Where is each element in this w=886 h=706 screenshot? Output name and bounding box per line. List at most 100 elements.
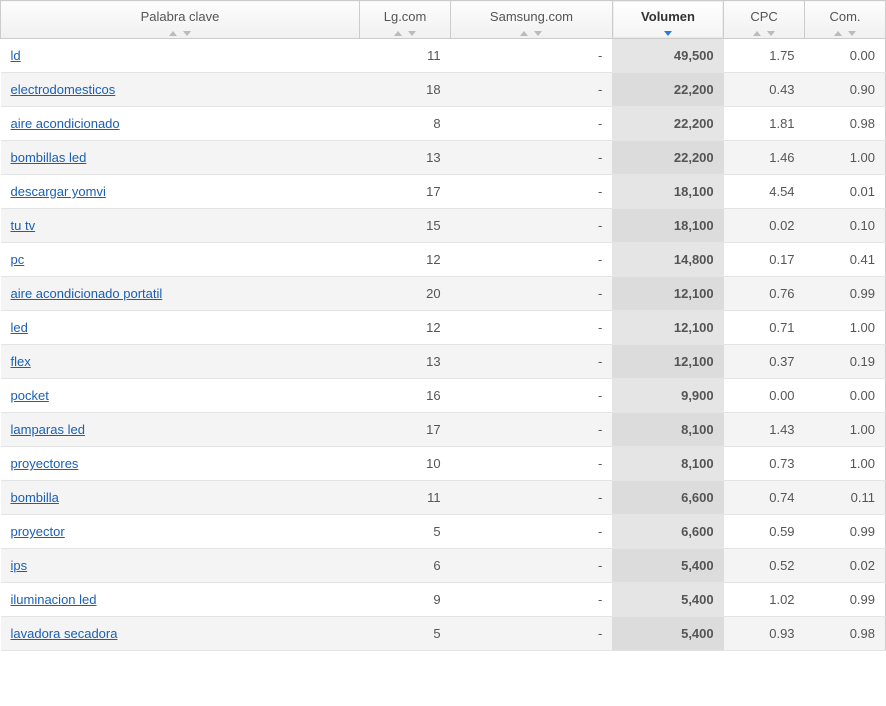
cell-lg: 11 xyxy=(360,481,451,515)
cell-samsung: - xyxy=(451,141,613,175)
keyword-link[interactable]: flex xyxy=(11,354,31,369)
cell-com: 0.99 xyxy=(805,583,886,617)
cell-keyword: pc xyxy=(1,243,360,277)
cell-samsung: - xyxy=(451,243,613,277)
cell-cpc: 0.59 xyxy=(724,515,805,549)
table-row: iluminacion led9-5,4001.020.99 xyxy=(1,583,886,617)
cell-lg: 9 xyxy=(360,583,451,617)
column-label: Palabra clave xyxy=(141,9,220,24)
cell-keyword: ips xyxy=(1,549,360,583)
column-header-volume[interactable]: Volumen xyxy=(612,1,723,39)
cell-cpc: 0.76 xyxy=(724,277,805,311)
column-header-cpc[interactable]: CPC xyxy=(724,1,805,39)
cell-cpc: 0.37 xyxy=(724,345,805,379)
cell-cpc: 0.43 xyxy=(724,73,805,107)
keyword-link[interactable]: aire acondicionado xyxy=(11,116,120,131)
cell-keyword: led xyxy=(1,311,360,345)
cell-keyword: tu tv xyxy=(1,209,360,243)
table-row: led12-12,1000.711.00 xyxy=(1,311,886,345)
cell-samsung: - xyxy=(451,73,613,107)
cell-samsung: - xyxy=(451,107,613,141)
cell-cpc: 1.46 xyxy=(724,141,805,175)
cell-com: 0.98 xyxy=(805,107,886,141)
cell-lg: 13 xyxy=(360,141,451,175)
keyword-link[interactable]: proyector xyxy=(11,524,65,539)
cell-samsung: - xyxy=(451,175,613,209)
cell-cpc: 0.71 xyxy=(724,311,805,345)
cell-samsung: - xyxy=(451,39,613,73)
cell-com: 0.02 xyxy=(805,549,886,583)
keyword-link[interactable]: proyectores xyxy=(11,456,79,471)
cell-volume: 49,500 xyxy=(612,39,723,73)
cell-volume: 8,100 xyxy=(612,413,723,447)
table-row: aire acondicionado8-22,2001.810.98 xyxy=(1,107,886,141)
table-row: ld11-49,5001.750.00 xyxy=(1,39,886,73)
keyword-link[interactable]: bombillas led xyxy=(11,150,87,165)
table-row: pc12-14,8000.170.41 xyxy=(1,243,886,277)
cell-samsung: - xyxy=(451,481,613,515)
column-header-keyword[interactable]: Palabra clave xyxy=(1,1,360,39)
cell-lg: 20 xyxy=(360,277,451,311)
column-header-com[interactable]: Com. xyxy=(805,1,886,39)
table-row: pocket16-9,9000.000.00 xyxy=(1,379,886,413)
cell-keyword: flex xyxy=(1,345,360,379)
table-row: electrodomesticos18-22,2000.430.90 xyxy=(1,73,886,107)
column-header-lg[interactable]: Lg.com xyxy=(360,1,451,39)
keyword-link[interactable]: led xyxy=(11,320,28,335)
cell-cpc: 0.52 xyxy=(724,549,805,583)
cell-com: 0.99 xyxy=(805,277,886,311)
cell-volume: 5,400 xyxy=(612,583,723,617)
cell-volume: 5,400 xyxy=(612,549,723,583)
cell-samsung: - xyxy=(451,379,613,413)
cell-volume: 18,100 xyxy=(612,209,723,243)
cell-keyword: bombillas led xyxy=(1,141,360,175)
keyword-link[interactable]: lamparas led xyxy=(11,422,85,437)
cell-volume: 22,200 xyxy=(612,73,723,107)
cell-volume: 22,200 xyxy=(612,141,723,175)
keyword-link[interactable]: tu tv xyxy=(11,218,36,233)
sort-icon xyxy=(520,31,542,36)
keyword-link[interactable]: iluminacion led xyxy=(11,592,97,607)
keyword-link[interactable]: descargar yomvi xyxy=(11,184,106,199)
cell-keyword: pocket xyxy=(1,379,360,413)
cell-com: 0.10 xyxy=(805,209,886,243)
cell-keyword: electrodomesticos xyxy=(1,73,360,107)
cell-keyword: proyectores xyxy=(1,447,360,481)
cell-samsung: - xyxy=(451,311,613,345)
cell-samsung: - xyxy=(451,583,613,617)
keyword-link[interactable]: ips xyxy=(11,558,28,573)
cell-keyword: iluminacion led xyxy=(1,583,360,617)
column-label: CPC xyxy=(750,9,777,24)
cell-volume: 12,100 xyxy=(612,277,723,311)
keyword-link[interactable]: ld xyxy=(11,48,21,63)
cell-keyword: aire acondicionado xyxy=(1,107,360,141)
cell-lg: 12 xyxy=(360,243,451,277)
table-row: flex13-12,1000.370.19 xyxy=(1,345,886,379)
cell-lg: 17 xyxy=(360,413,451,447)
keyword-link[interactable]: pc xyxy=(11,252,25,267)
keyword-link[interactable]: bombilla xyxy=(11,490,59,505)
keyword-link[interactable]: electrodomesticos xyxy=(11,82,116,97)
sort-icon xyxy=(753,31,775,36)
cell-com: 0.41 xyxy=(805,243,886,277)
cell-keyword: lamparas led xyxy=(1,413,360,447)
cell-keyword: aire acondicionado portatil xyxy=(1,277,360,311)
cell-keyword: ld xyxy=(1,39,360,73)
cell-lg: 17 xyxy=(360,175,451,209)
cell-lg: 12 xyxy=(360,311,451,345)
column-label: Samsung.com xyxy=(490,9,573,24)
column-header-samsung[interactable]: Samsung.com xyxy=(451,1,613,39)
keyword-link[interactable]: lavadora secadora xyxy=(11,626,118,641)
keyword-link[interactable]: pocket xyxy=(11,388,49,403)
cell-com: 1.00 xyxy=(805,447,886,481)
keyword-link[interactable]: aire acondicionado portatil xyxy=(11,286,163,301)
cell-samsung: - xyxy=(451,515,613,549)
cell-volume: 22,200 xyxy=(612,107,723,141)
cell-com: 1.00 xyxy=(805,311,886,345)
cell-samsung: - xyxy=(451,209,613,243)
cell-com: 0.00 xyxy=(805,39,886,73)
cell-samsung: - xyxy=(451,277,613,311)
cell-samsung: - xyxy=(451,617,613,651)
cell-lg: 8 xyxy=(360,107,451,141)
table-row: bombillas led13-22,2001.461.00 xyxy=(1,141,886,175)
